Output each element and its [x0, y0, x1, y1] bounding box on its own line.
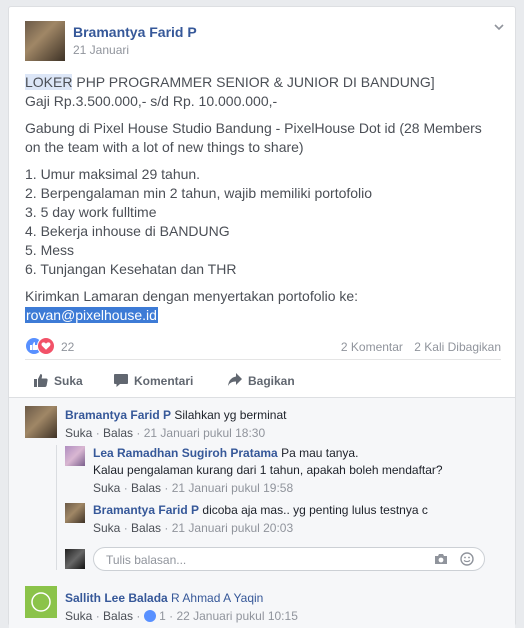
- avatar-logo-icon: [31, 592, 51, 612]
- share-label: Bagikan: [248, 374, 295, 388]
- comments-section: Bramantya Farid P Silahkan yg berminat S…: [9, 397, 515, 628]
- post-title: PHP PROGRAMMER SENIOR & JUNIOR DI BANDUN…: [72, 74, 435, 90]
- author-name[interactable]: Bramantya Farid P: [73, 24, 197, 40]
- reply-like-link[interactable]: Suka: [93, 521, 120, 535]
- comment-label: Komentari: [134, 374, 194, 388]
- thread-line: [56, 445, 57, 570]
- comment-time[interactable]: 21 Januari pukul 18:30: [144, 426, 265, 440]
- author-avatar[interactable]: [25, 21, 65, 61]
- reply-text: dicoba aja mas.. yg penting lulus testny…: [202, 503, 428, 517]
- comment-author[interactable]: Bramantya Farid P: [65, 408, 171, 422]
- post-card: Bramantya Farid P 21 Januari LOKER PHP P…: [8, 6, 516, 628]
- camera-icon[interactable]: [434, 553, 448, 565]
- post-date[interactable]: 21 Januari: [73, 43, 129, 57]
- comment-like-count[interactable]: 1: [159, 609, 166, 623]
- requirement-3: 3. 5 day work fulltime: [25, 204, 157, 220]
- share-count-link[interactable]: 2 Kali Dibagikan: [414, 340, 501, 354]
- email-link[interactable]: rovan@pixelhouse.id: [25, 307, 158, 323]
- salary-line: Gaji Rp.3.500.000,- s/d Rp. 10.000.000,-: [25, 93, 278, 109]
- comment-time[interactable]: 22 Januari pukul 10:15: [176, 609, 297, 623]
- requirement-1: 1. Umur maksimal 29 tahun.: [25, 166, 201, 182]
- reply-time[interactable]: 21 Januari pukul 20:03: [172, 521, 293, 535]
- post-stats: 2 Komentar 2 Kali Dibagikan: [333, 340, 501, 354]
- comment-text: R Ahmad A Yaqin: [171, 591, 264, 605]
- requirement-6: 6. Tunjangan Kesehatan dan THR: [25, 261, 237, 277]
- avatar[interactable]: [25, 586, 57, 618]
- join-line-1: Gabung di Pixel House Studio Bandung - P…: [25, 120, 482, 136]
- post-header: Bramantya Farid P 21 Januari: [25, 21, 505, 61]
- chevron-down-icon[interactable]: [491, 21, 507, 37]
- action-bar: Suka Komentari Bagikan: [25, 363, 501, 397]
- reply-reply-link[interactable]: Balas: [131, 481, 161, 495]
- join-line-2: on the team with a lot of new things to …: [25, 139, 304, 155]
- divider: [25, 359, 501, 360]
- reply-reply-link[interactable]: Balas: [131, 521, 161, 535]
- comment-author[interactable]: Sallith Lee Balada: [65, 591, 168, 605]
- reply-input[interactable]: [104, 551, 428, 569]
- like-label: Suka: [54, 374, 83, 388]
- send-line: Kirimkan Lamaran dengan menyertakan port…: [25, 288, 359, 304]
- reply-like-link[interactable]: Suka: [93, 481, 120, 495]
- avatar[interactable]: [65, 446, 85, 466]
- comment-reply-link[interactable]: Balas: [103, 609, 133, 623]
- comment-text: Silahkan yg berminat: [174, 408, 287, 422]
- current-user-avatar: [65, 549, 85, 569]
- emoji-icon[interactable]: [460, 552, 474, 566]
- comment-reply-link[interactable]: Balas: [103, 426, 133, 440]
- share-icon: [228, 373, 242, 386]
- requirement-4: 4. Bekerja inhouse di BANDUNG: [25, 223, 230, 239]
- loker-word: LOKER: [25, 74, 73, 90]
- requirement-2: 2. Berpengalaman min 2 tahun, wajib memi…: [25, 185, 373, 201]
- comment-like-link[interactable]: Suka: [65, 609, 92, 623]
- reply-text: Pa mau tanya.: [281, 446, 359, 460]
- reply-time[interactable]: 21 Januari pukul 19:58: [172, 481, 293, 495]
- love-reaction-icon[interactable]: [37, 337, 55, 355]
- comment-icon: [114, 374, 128, 387]
- reply-author[interactable]: Lea Ramadhan Sugiroh Pratama: [93, 446, 278, 460]
- reaction-count[interactable]: 22: [61, 340, 74, 354]
- reply-author[interactable]: Bramantya Farid P: [93, 503, 199, 517]
- post-text: LOKER PHP PROGRAMMER SENIOR & JUNIOR DI …: [25, 73, 505, 333]
- reply-text-line-2: Kalau pengalaman kurang dari 1 tahun, ap…: [93, 463, 443, 477]
- comment-count-link[interactable]: 2 Komentar: [341, 340, 403, 354]
- reply-box: [93, 547, 485, 571]
- like-count-badge[interactable]: [143, 610, 156, 622]
- comment-like-link[interactable]: Suka: [65, 426, 92, 440]
- requirement-5: 5. Mess: [25, 242, 75, 258]
- avatar[interactable]: [25, 406, 57, 438]
- reactions-bar: 22 2 Komentar 2 Kali Dibagikan: [25, 333, 501, 357]
- avatar[interactable]: [65, 503, 85, 523]
- thumbs-up-icon: [34, 374, 48, 387]
